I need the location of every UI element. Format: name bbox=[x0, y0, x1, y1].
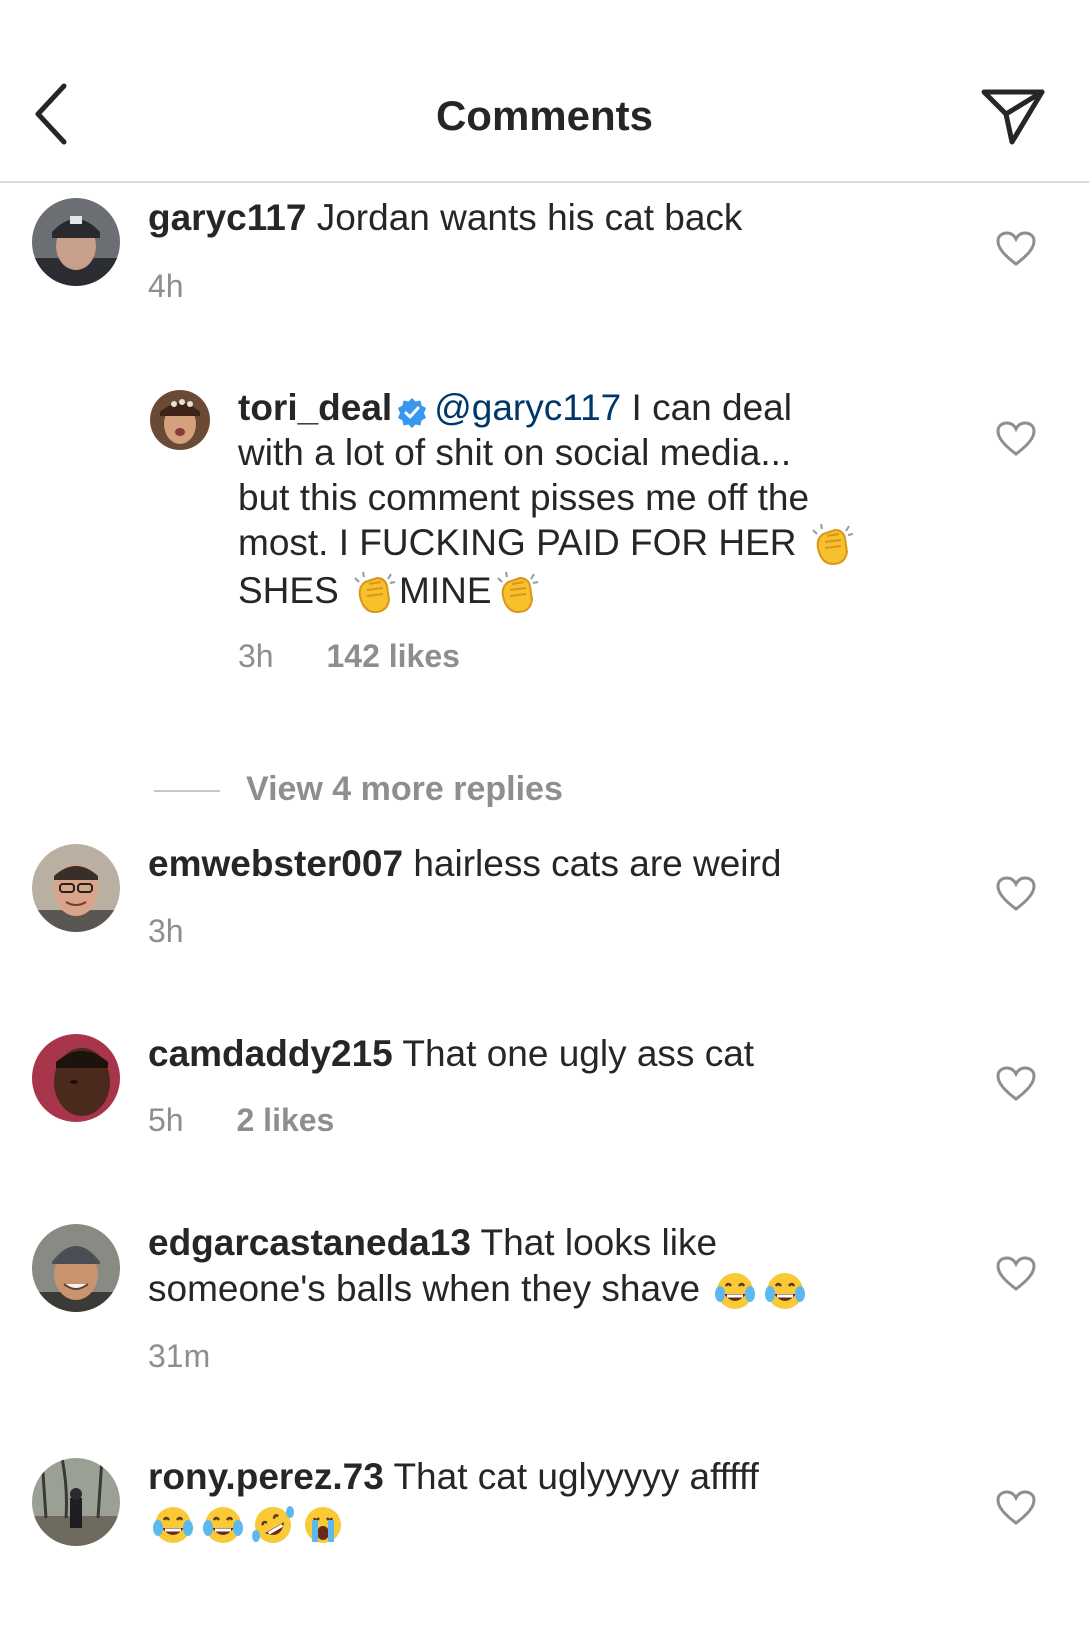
comment-text: rony.perez.73 That cat uglyyyyy afffff bbox=[148, 1454, 968, 1548]
mention-link[interactable]: @garyc117 bbox=[434, 387, 621, 428]
comment-timestamp: 3h bbox=[148, 913, 184, 949]
comment-body: Jordan wants his cat back bbox=[316, 197, 743, 238]
reply-body-line-2: with a lot of shit on social media... bbox=[238, 432, 792, 473]
clapping-hands-icon bbox=[351, 570, 397, 616]
comment-meta: 3h bbox=[148, 913, 228, 950]
like-heart-icon[interactable] bbox=[996, 876, 1036, 912]
comment-body-line-2: someone's balls when they shave bbox=[148, 1268, 701, 1309]
avatar[interactable] bbox=[32, 844, 120, 932]
replies-divider-line bbox=[154, 790, 220, 792]
comment-body: That cat uglyyyyy afffff bbox=[393, 1456, 759, 1497]
clapping-hands-icon bbox=[809, 522, 855, 568]
like-heart-icon[interactable] bbox=[996, 1066, 1036, 1102]
page-title: Comments bbox=[435, 92, 654, 139]
avatar[interactable] bbox=[32, 198, 120, 286]
face-with-tears-of-joy-icon bbox=[712, 1268, 758, 1314]
view-more-replies-label: View 4 more replies bbox=[246, 770, 563, 808]
comment-username[interactable]: rony.perez.73 bbox=[148, 1456, 384, 1497]
avatar[interactable] bbox=[32, 1034, 120, 1122]
like-heart-icon[interactable] bbox=[996, 231, 1036, 267]
comment-body-line-1: That looks like bbox=[480, 1222, 718, 1263]
face-with-tears-of-joy-icon bbox=[762, 1268, 808, 1314]
view-more-replies-button[interactable]: View 4 more replies bbox=[154, 770, 754, 810]
comment-text: edgarcastaneda13 That looks like someone… bbox=[148, 1220, 968, 1314]
avatar[interactable] bbox=[32, 1224, 120, 1312]
comment-timestamp: 4h bbox=[148, 268, 184, 304]
reply-body-line-5b: MINE bbox=[399, 570, 492, 612]
header-bar: Comments bbox=[0, 0, 1089, 183]
reply-body-line-1: I can deal bbox=[631, 387, 792, 428]
reply-text: tori_deal @garyc117 I can deal with a lot… bbox=[238, 385, 938, 616]
comment-username[interactable]: camdaddy215 bbox=[148, 1033, 393, 1074]
comment-timestamp: 31m bbox=[148, 1338, 211, 1374]
like-heart-icon[interactable] bbox=[996, 1490, 1036, 1526]
comment-text: camdaddy215 That one ugly ass cat bbox=[148, 1030, 968, 1077]
comment-body: hairless cats are weird bbox=[413, 843, 782, 884]
rolling-on-the-floor-laughing-icon bbox=[250, 1502, 296, 1548]
reply-body-line-4: most. I FUCKING PAID FOR HER bbox=[238, 522, 797, 563]
comment-text: emwebster007 hairless cats are weird bbox=[148, 840, 968, 887]
comment-text: garyc117 Jordan wants his cat back bbox=[148, 194, 968, 241]
comment-meta: 5h 2 likes bbox=[148, 1102, 378, 1139]
clapping-hands-icon bbox=[494, 570, 540, 616]
comment-meta: 31m bbox=[148, 1338, 254, 1375]
direct-message-icon[interactable] bbox=[980, 86, 1050, 148]
comment-username[interactable]: garyc117 bbox=[148, 197, 306, 238]
avatar[interactable] bbox=[150, 390, 210, 450]
comment-body: That one ugly ass cat bbox=[402, 1033, 755, 1074]
comment-username[interactable]: edgarcastaneda13 bbox=[148, 1222, 471, 1263]
comment-username[interactable]: emwebster007 bbox=[148, 843, 403, 884]
reply-meta: 3h 142 likes bbox=[238, 638, 504, 675]
comment-meta: 4h bbox=[148, 268, 228, 305]
like-heart-icon[interactable] bbox=[996, 1256, 1036, 1292]
comment-timestamp: 5h bbox=[148, 1102, 184, 1138]
reply-timestamp: 3h bbox=[238, 638, 274, 674]
face-with-tears-of-joy-icon bbox=[200, 1502, 246, 1548]
reply-likes-count[interactable]: 142 likes bbox=[326, 638, 459, 674]
reply-body-line-3: but this comment pisses me off the bbox=[238, 477, 810, 518]
loudly-crying-face-icon bbox=[300, 1502, 346, 1548]
reply-body-line-5a: SHES bbox=[238, 570, 339, 612]
like-heart-icon[interactable] bbox=[996, 421, 1036, 457]
verified-badge-icon bbox=[396, 394, 428, 429]
face-with-tears-of-joy-icon bbox=[150, 1502, 196, 1548]
avatar[interactable] bbox=[32, 1458, 120, 1546]
comment-likes-count[interactable]: 2 likes bbox=[236, 1102, 334, 1138]
reply-username[interactable]: tori_deal bbox=[238, 387, 392, 428]
